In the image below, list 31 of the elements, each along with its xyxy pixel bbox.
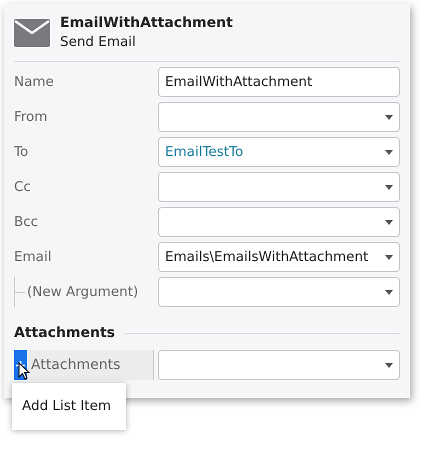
caret-icon <box>385 290 393 294</box>
field-label: Email <box>14 248 52 267</box>
dropdown-field[interactable] <box>158 277 400 307</box>
section-heading: Attachments <box>14 324 116 343</box>
field-label: Cc <box>14 178 32 197</box>
caret-icon <box>385 220 393 224</box>
dropdown-field[interactable] <box>158 207 400 237</box>
caret-icon <box>385 114 393 120</box>
activity-title: EmailWithAttachment <box>60 14 233 33</box>
dropdown-field[interactable]: Emails\EmailsWithAttachment <box>158 242 400 272</box>
dropdown-field[interactable] <box>158 350 400 380</box>
add-button[interactable] <box>14 350 27 380</box>
dropdown-field[interactable]: EmailTestTo <box>158 137 400 167</box>
envelope-icon <box>14 19 50 47</box>
dropdown-field[interactable] <box>158 172 400 202</box>
plus-icon <box>16 360 25 370</box>
field-label: From <box>14 108 48 127</box>
text-field[interactable]: EmailWithAttachment <box>158 67 400 97</box>
menu-item[interactable]: Add List Item <box>22 396 112 417</box>
field-label: Name <box>14 72 55 92</box>
caret-icon <box>385 150 393 154</box>
field-label: Attachments <box>31 356 120 374</box>
field-label: To <box>14 142 30 162</box>
caret-icon <box>385 362 393 368</box>
field-label: Bcc <box>14 212 40 232</box>
caret-icon <box>385 254 393 260</box>
dropdown-field[interactable] <box>158 102 400 132</box>
cursor-icon <box>18 362 30 380</box>
field-label: (New Argument) <box>27 282 138 302</box>
caret-icon <box>385 184 393 190</box>
activity-subtitle: Send Email <box>60 33 137 52</box>
